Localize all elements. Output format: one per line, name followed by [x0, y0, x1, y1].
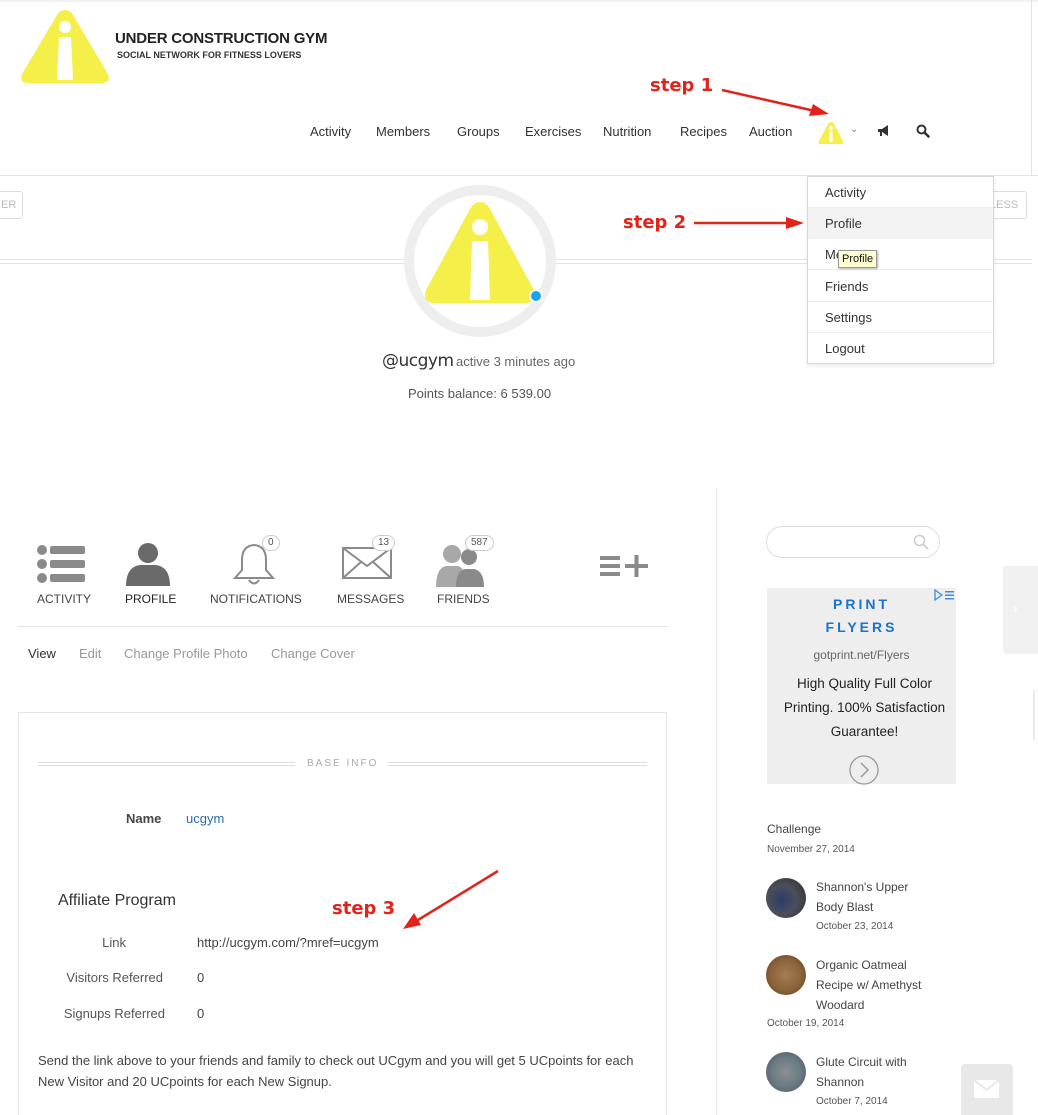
- header-right-border: [1031, 0, 1032, 176]
- affiliate-link-value[interactable]: http://ucgym.com/?mref=ucgym: [197, 935, 379, 950]
- site-logo-icon[interactable]: [18, 6, 112, 86]
- post-title[interactable]: Glute Circuit with Shannon: [816, 1052, 936, 1092]
- base-info-heading: BASE INFO: [307, 758, 379, 769]
- post-date: October 7, 2014: [816, 1096, 888, 1107]
- challenge-title[interactable]: Challenge: [767, 822, 821, 836]
- ad-url[interactable]: gotprint.net/Flyers: [767, 648, 956, 662]
- nav-groups[interactable]: Groups: [457, 124, 500, 139]
- site-title[interactable]: UNDER CONSTRUCTION GYM: [115, 30, 327, 47]
- ghost-button-left[interactable]: ER: [0, 191, 23, 219]
- add-list-icon[interactable]: [600, 555, 650, 577]
- dropdown-item-messages[interactable]: Me: [808, 239, 993, 270]
- friends-count-badge: 587: [465, 535, 494, 551]
- tooltip-profile: Profile: [838, 250, 878, 268]
- dropdown-item-logout[interactable]: Logout: [808, 333, 993, 364]
- site-header: [0, 0, 1038, 176]
- user-avatar-icon[interactable]: [818, 121, 844, 145]
- points-balance: Points balance: 6 539.00: [408, 386, 552, 401]
- challenge-date: November 27, 2014: [767, 844, 855, 855]
- search-icon[interactable]: [913, 534, 929, 550]
- online-status-dot: [529, 289, 543, 303]
- messages-count-badge: 13: [372, 535, 396, 551]
- signups-referred-label: Signups Referred: [63, 1006, 165, 1021]
- chevron-right-icon[interactable]: ›: [1013, 600, 1018, 616]
- post-date: October 23, 2014: [816, 921, 894, 932]
- nav-auction[interactable]: Auction: [749, 124, 792, 139]
- nav-members[interactable]: Members: [376, 124, 430, 139]
- dropdown-item-profile[interactable]: Profile: [808, 208, 993, 239]
- subnav-change-profile-photo[interactable]: Change Profile Photo: [124, 646, 248, 661]
- nav-activity[interactable]: Activity: [310, 124, 351, 139]
- notifications-count-badge: 0: [262, 535, 280, 551]
- annotation-step-2: step 2: [623, 212, 687, 233]
- nav-nutrition[interactable]: Nutrition: [603, 124, 651, 139]
- dropdown-item-activity[interactable]: Activity: [808, 177, 993, 208]
- nav-exercises[interactable]: Exercises: [525, 124, 581, 139]
- ad-headline-line2[interactable]: FLYERS: [767, 619, 956, 635]
- annotation-step-1: step 1: [650, 75, 714, 96]
- post-title[interactable]: Shannon's Upper Body Blast: [816, 877, 936, 917]
- annotation-step-3: step 3: [332, 898, 396, 919]
- ad-go-arrow-icon[interactable]: [847, 755, 881, 785]
- visitors-referred-label: Visitors Referred: [66, 970, 163, 985]
- tab-profile[interactable]: PROFILE: [125, 592, 176, 606]
- name-value-link[interactable]: ucgym: [186, 811, 224, 826]
- heading-rule-right: [388, 762, 647, 766]
- post-thumbnail[interactable]: [766, 1052, 806, 1092]
- nav-recipes[interactable]: Recipes: [680, 124, 727, 139]
- signups-referred-value: 0: [197, 1006, 205, 1021]
- affiliate-link-label: Link: [102, 935, 126, 950]
- search-icon[interactable]: [916, 124, 930, 138]
- subnav-change-cover[interactable]: Change Cover: [271, 646, 355, 661]
- tab-messages[interactable]: MESSAGES: [337, 592, 404, 606]
- subnav-edit[interactable]: Edit: [79, 646, 101, 661]
- affiliate-description: Send the link above to your friends and …: [38, 1053, 634, 1089]
- profile-username: @ucgym: [382, 351, 454, 371]
- dropdown-item-friends[interactable]: Friends: [808, 271, 993, 302]
- header-top-line: [0, 0, 1038, 2]
- ad-headline-line1[interactable]: PRINT: [767, 596, 956, 612]
- scroll-indicator: [1033, 690, 1035, 740]
- chevron-down-icon[interactable]: ⌄: [850, 124, 858, 135]
- post-title[interactable]: Organic Oatmeal Recipe w/ Amethyst Wooda…: [816, 955, 936, 1015]
- mail-icon[interactable]: [974, 1080, 999, 1098]
- megaphone-icon[interactable]: [876, 124, 892, 138]
- affiliate-program-title: Affiliate Program: [58, 892, 176, 909]
- user-dropdown-menu: Activity Profile Me Friends Settings Log…: [807, 176, 994, 364]
- list-icon[interactable]: [36, 545, 86, 583]
- side-panel-toggle[interactable]: [1003, 566, 1038, 654]
- tabs-divider: [18, 626, 668, 627]
- profile-avatar-icon[interactable]: [420, 196, 540, 310]
- tab-activity[interactable]: ACTIVITY: [37, 592, 91, 606]
- visitors-referred-value: 0: [197, 970, 205, 985]
- sidebar-divider: [716, 488, 717, 1115]
- site-tagline: SOCIAL NETWORK FOR FITNESS LOVERS: [117, 50, 302, 60]
- tab-friends[interactable]: FRIENDS: [437, 592, 490, 606]
- post-date: October 19, 2014: [767, 1018, 845, 1029]
- name-label: Name: [126, 811, 162, 826]
- heading-rule-left: [38, 762, 295, 766]
- post-thumbnail[interactable]: [766, 878, 806, 918]
- post-thumbnail[interactable]: [766, 955, 806, 995]
- envelope-icon[interactable]: [341, 546, 393, 580]
- dropdown-item-settings[interactable]: Settings: [808, 302, 993, 333]
- subnav-view[interactable]: View: [28, 646, 56, 661]
- ad-body: High Quality Full Color Printing. 100% S…: [783, 676, 946, 739]
- tab-notifications[interactable]: NOTIFICATIONS: [210, 592, 302, 606]
- person-icon[interactable]: [124, 541, 172, 587]
- profile-last-active: active 3 minutes ago: [456, 354, 576, 369]
